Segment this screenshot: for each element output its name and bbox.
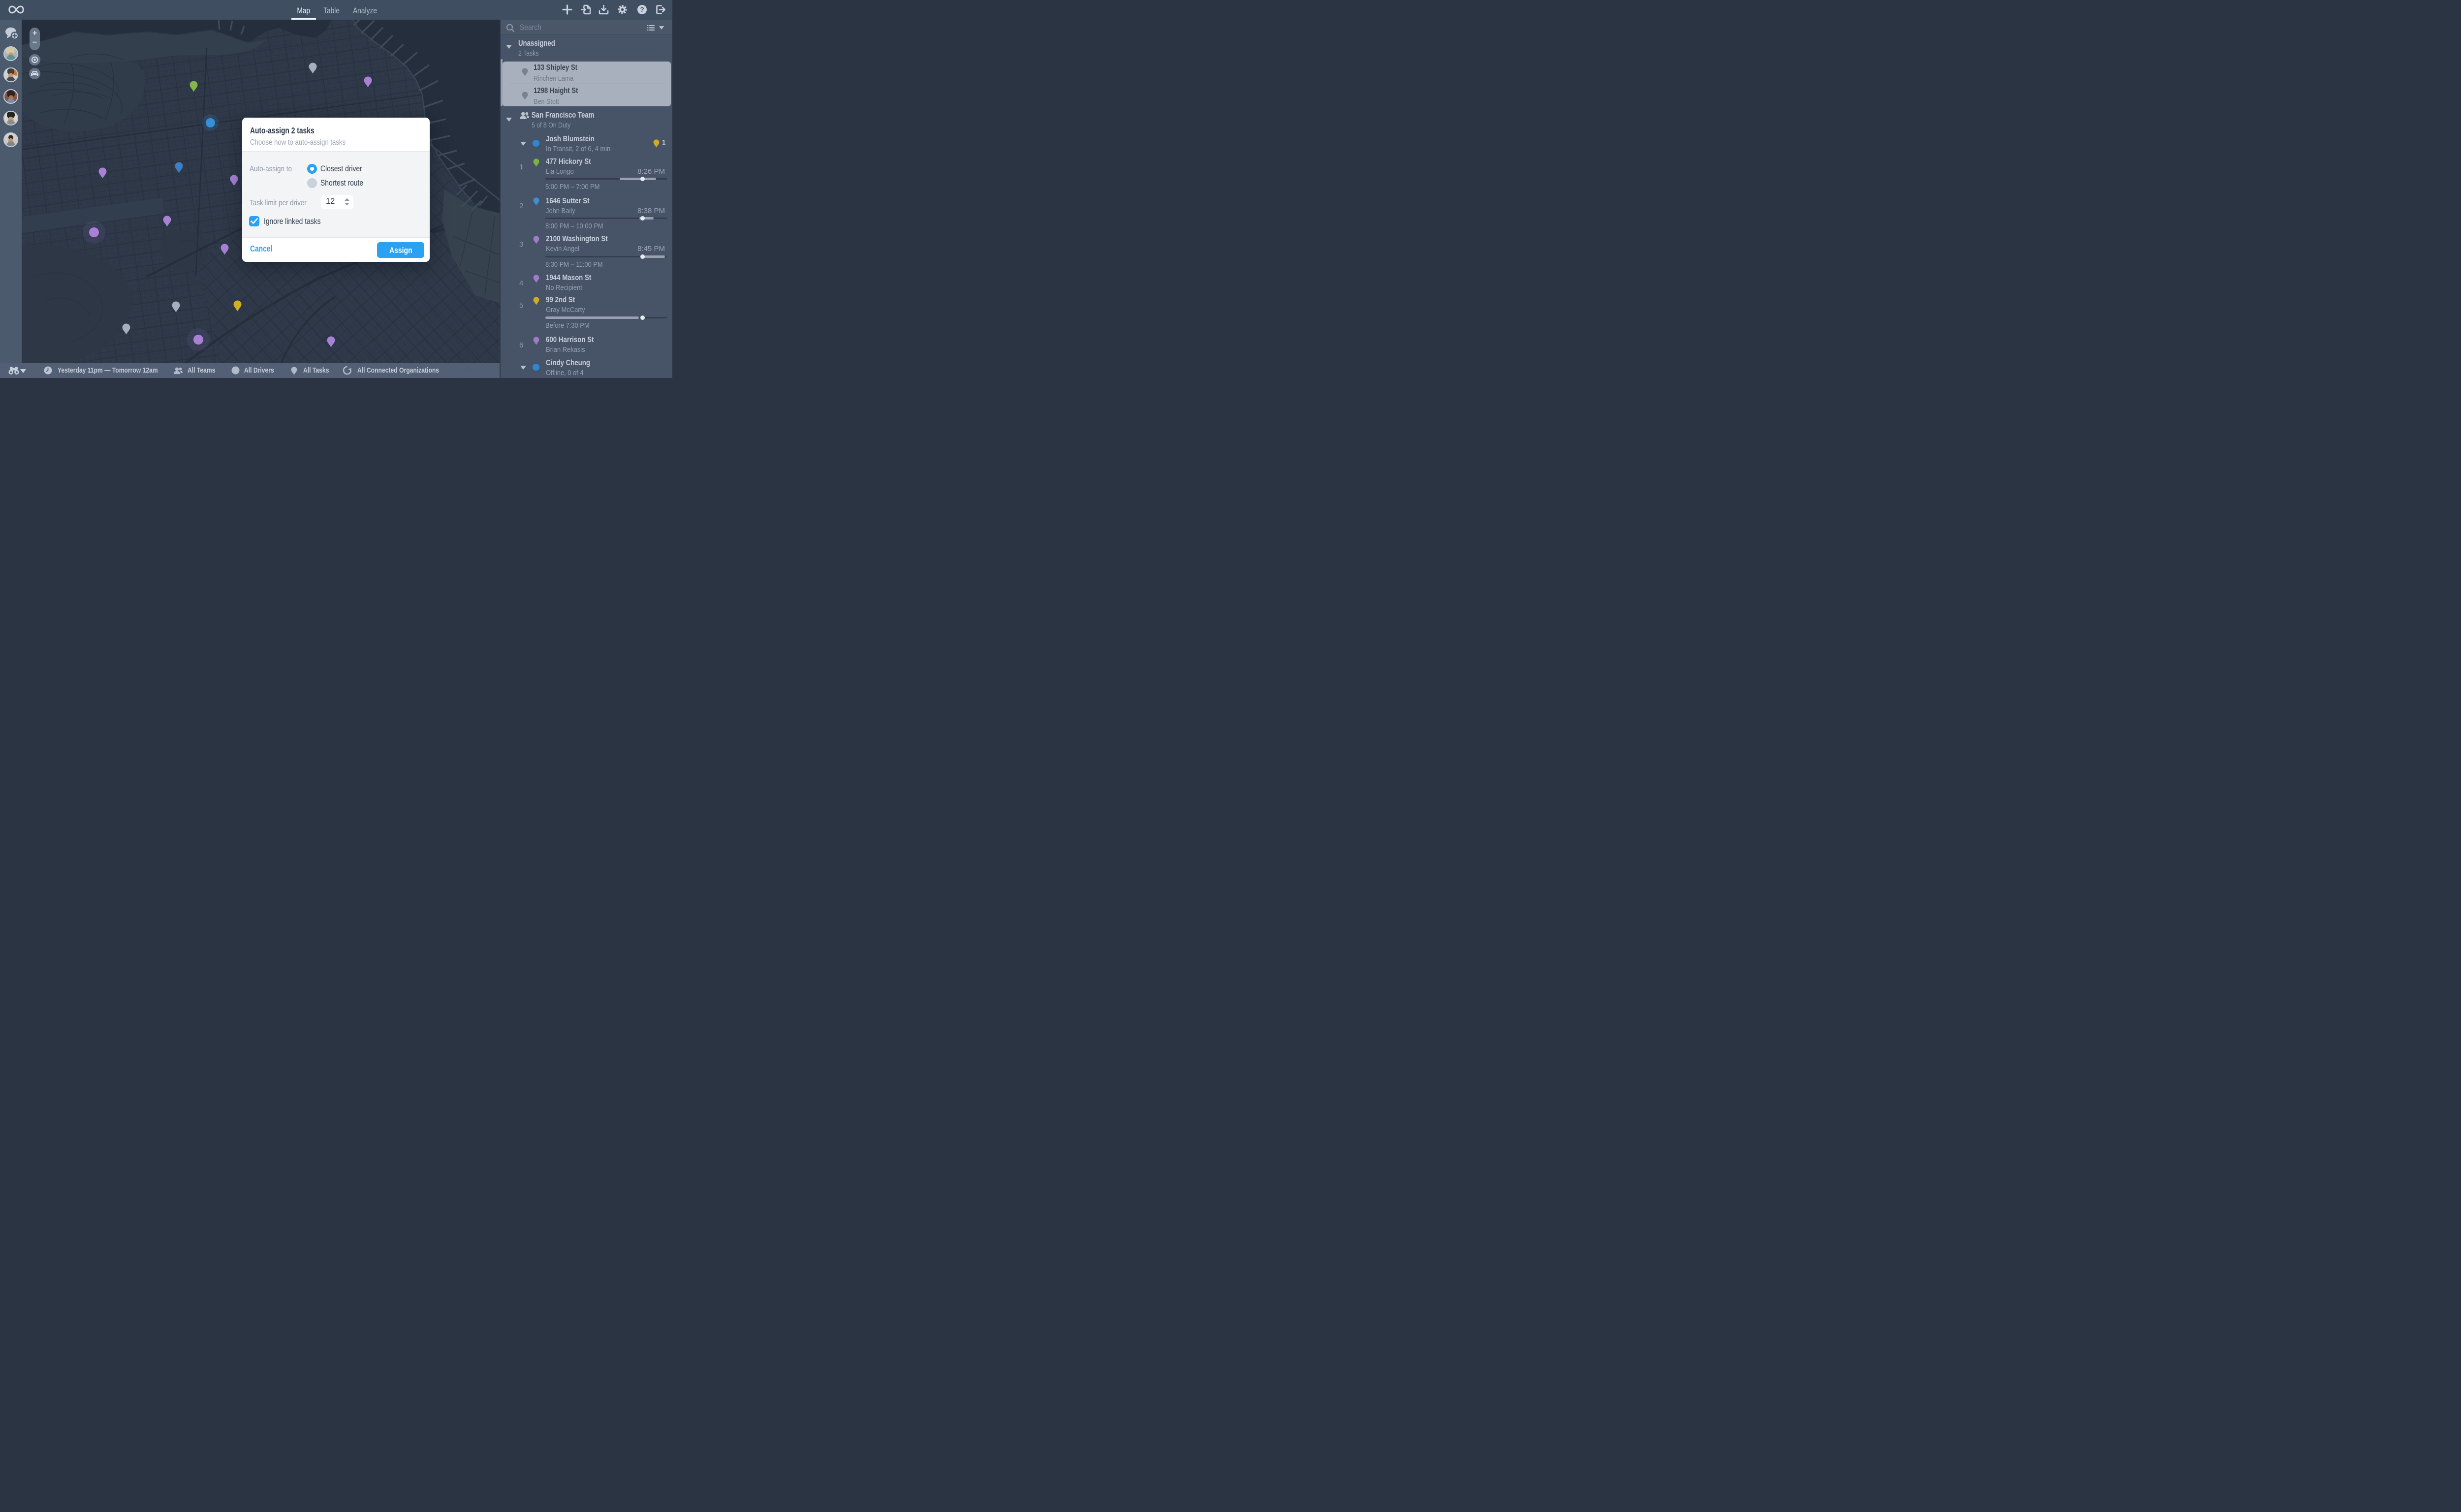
svg-text:?: ?: [640, 6, 644, 13]
